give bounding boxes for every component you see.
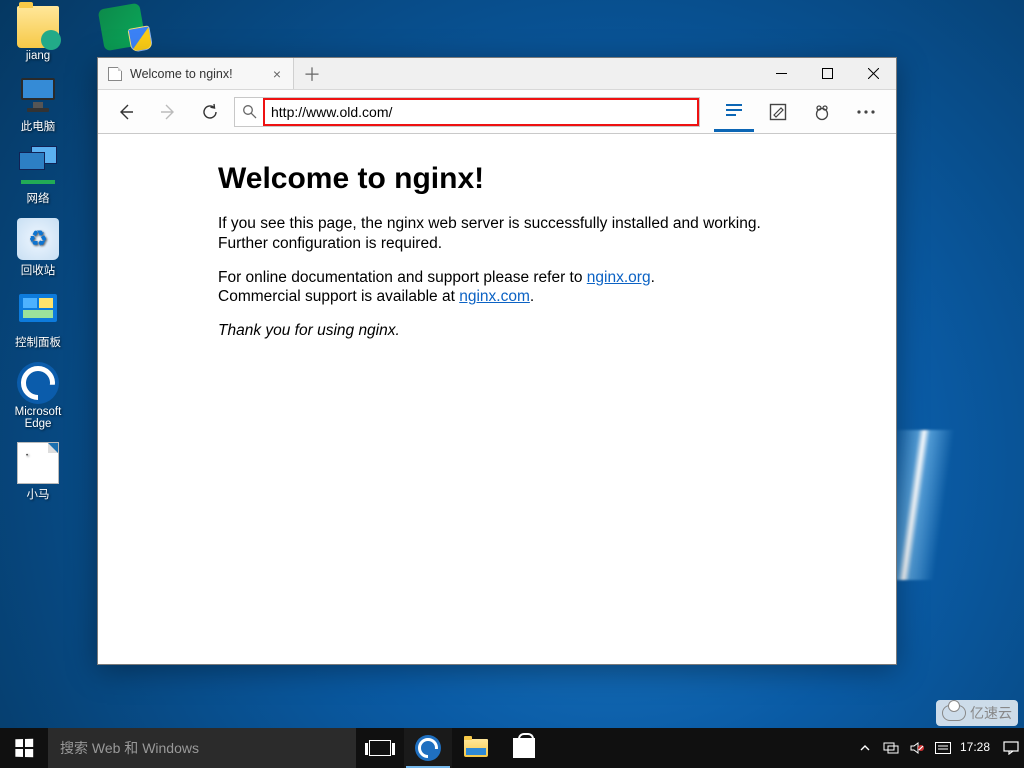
taskbar-search[interactable]: 搜索 Web 和 Windows xyxy=(48,728,356,768)
system-tray: 17:28 xyxy=(852,728,1024,768)
desktop-icon-label: 此电脑 xyxy=(21,118,56,134)
address-input[interactable] xyxy=(263,98,699,126)
control-panel-icon xyxy=(17,290,59,332)
edge-browser-window: Welcome to nginx! × ＋ xyxy=(97,57,897,665)
more-button[interactable] xyxy=(846,92,886,132)
tray-show-hidden-icon[interactable] xyxy=(856,739,874,757)
browser-titlebar[interactable]: Welcome to nginx! × ＋ xyxy=(98,58,896,90)
toolbar-right-group xyxy=(714,92,886,132)
refresh-button[interactable] xyxy=(192,94,228,130)
task-view-icon xyxy=(369,740,391,756)
window-controls xyxy=(758,58,896,89)
tray-clock[interactable]: 17:28 xyxy=(960,741,994,754)
forward-button[interactable] xyxy=(150,94,186,130)
search-icon xyxy=(235,104,263,119)
window-minimize-button[interactable] xyxy=(758,58,804,89)
page-paragraph: For online documentation and support ple… xyxy=(218,268,786,308)
network-icon xyxy=(17,146,59,188)
link-nginx-org[interactable]: nginx.org xyxy=(587,269,651,286)
page-content: Welcome to nginx! If you see this page, … xyxy=(98,134,896,664)
window-maximize-button[interactable] xyxy=(804,58,850,89)
desktop-icon-label: 小马 xyxy=(27,486,50,502)
file-explorer-icon xyxy=(464,739,488,757)
windows-logo-icon xyxy=(15,739,33,758)
page-thanks: Thank you for using nginx. xyxy=(218,321,786,341)
desktop-icon-label: 控制面板 xyxy=(15,334,61,350)
taskbar-pinned xyxy=(356,728,548,768)
link-nginx-com[interactable]: nginx.com xyxy=(459,288,530,305)
taskbar-edge[interactable] xyxy=(404,728,452,768)
desktop-icon-textfile[interactable]: 小马 xyxy=(2,442,74,502)
desktop-icon-label: jiang xyxy=(26,50,50,62)
page-icon xyxy=(108,67,122,81)
page-heading: Welcome to nginx! xyxy=(218,162,786,196)
desktop-icons: jiang 此电脑 网络 回收站 控制面板 Microsoft Edge 小马 xyxy=(0,0,76,502)
desktop-icon-label: 网络 xyxy=(27,190,50,206)
desktop-icon-network[interactable]: 网络 xyxy=(2,146,74,206)
page-paragraph: If you see this page, the nginx web serv… xyxy=(218,214,786,254)
edge-icon xyxy=(17,362,59,404)
forms-shield-icon xyxy=(98,3,147,52)
watermark-text: 亿速云 xyxy=(970,703,1012,723)
recycle-bin-icon xyxy=(17,218,59,260)
desktop-icon-control-panel[interactable]: 控制面板 xyxy=(2,290,74,350)
desktop-icon-edge[interactable]: Microsoft Edge xyxy=(2,362,74,430)
edge-icon xyxy=(415,735,441,761)
desktop-icon-recycle-bin[interactable]: 回收站 xyxy=(2,218,74,278)
clock-time: 17:28 xyxy=(960,741,990,754)
tray-keyboard-icon[interactable] xyxy=(934,739,952,757)
back-button[interactable] xyxy=(108,94,144,130)
desktop-icon-label: Microsoft Edge xyxy=(2,406,74,430)
folder-user-icon xyxy=(17,6,59,48)
watermark: 亿速云 xyxy=(936,700,1018,726)
tray-network-icon[interactable] xyxy=(882,739,900,757)
tab-close-button[interactable]: × xyxy=(269,66,285,82)
taskbar-file-explorer[interactable] xyxy=(452,728,500,768)
share-button[interactable] xyxy=(802,92,842,132)
desktop-icon-this-pc[interactable]: 此电脑 xyxy=(2,74,74,134)
start-button[interactable] xyxy=(0,728,48,768)
browser-tab[interactable]: Welcome to nginx! × xyxy=(98,58,294,89)
tray-action-center-icon[interactable] xyxy=(1002,739,1020,757)
store-icon xyxy=(513,738,535,758)
reading-view-button[interactable] xyxy=(714,92,754,132)
address-bar[interactable] xyxy=(234,97,700,127)
cloud-icon xyxy=(942,705,966,721)
taskbar-store[interactable] xyxy=(500,728,548,768)
this-pc-icon xyxy=(17,74,59,116)
window-close-button[interactable] xyxy=(850,58,896,89)
desktop-icon-label: 回收站 xyxy=(21,262,56,278)
web-note-button[interactable] xyxy=(758,92,798,132)
new-tab-button[interactable]: ＋ xyxy=(294,58,330,89)
tab-title: Welcome to nginx! xyxy=(130,67,233,81)
text-file-icon xyxy=(17,442,59,484)
desktop-icon-jiang[interactable]: jiang xyxy=(2,6,74,62)
tray-volume-icon[interactable] xyxy=(908,739,926,757)
browser-toolbar xyxy=(98,90,896,134)
taskbar-search-placeholder: 搜索 Web 和 Windows xyxy=(60,738,199,758)
desktop-icon-forms[interactable] xyxy=(86,6,158,50)
task-view-button[interactable] xyxy=(356,728,404,768)
taskbar: 搜索 Web 和 Windows 17:28 xyxy=(0,728,1024,768)
